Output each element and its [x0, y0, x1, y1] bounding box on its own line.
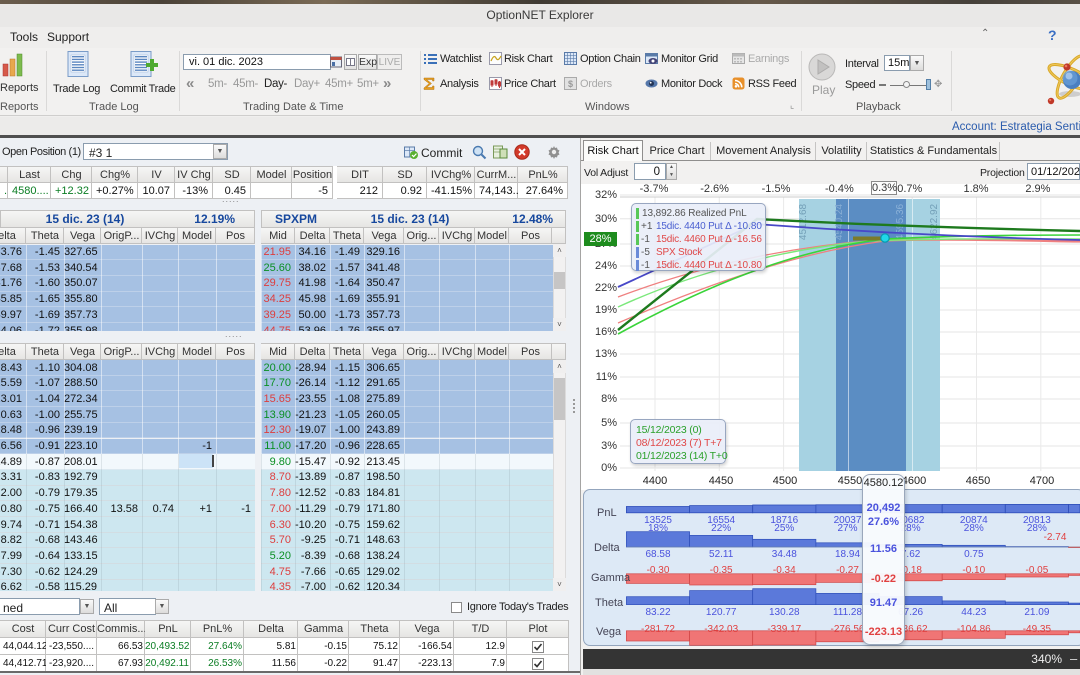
svg-text:$: $: [568, 79, 573, 89]
